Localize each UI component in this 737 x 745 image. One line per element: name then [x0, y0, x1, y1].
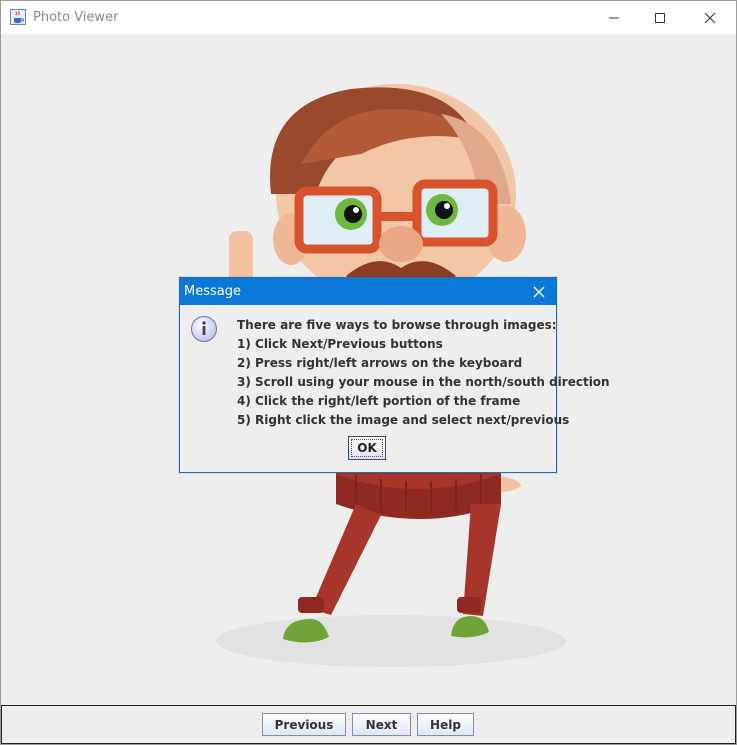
window-title: Photo Viewer: [33, 10, 119, 25]
title-bar[interactable]: Photo Viewer: [1, 1, 736, 34]
maximize-icon: [655, 12, 665, 23]
previous-button[interactable]: Previous: [262, 713, 346, 736]
message-line: 3) Scroll using your mouse in the north/…: [237, 375, 610, 389]
dialog-title: Message: [184, 284, 241, 299]
message-line: 2) Press right/left arrows on the keyboa…: [237, 356, 523, 370]
message-line: 4) Click the right/left portion of the f…: [237, 394, 521, 408]
minimize-icon: [609, 17, 619, 18]
navigation-bar: Previous Next Help: [1, 705, 736, 744]
java-cup-icon: [10, 9, 26, 25]
close-icon: [533, 286, 545, 297]
message-dialog: Message There are five ways to browse th…: [179, 277, 610, 473]
help-button[interactable]: Help: [417, 713, 474, 736]
minimize-button[interactable]: [591, 1, 637, 34]
message-line: There are five ways to browse through im…: [237, 318, 557, 332]
ok-button[interactable]: OK: [348, 436, 386, 460]
info-icon: [191, 316, 217, 342]
maximize-button[interactable]: [637, 1, 683, 34]
close-icon: [704, 12, 716, 23]
message-line: 1) Click Next/Previous buttons: [237, 337, 443, 351]
close-button[interactable]: [687, 1, 733, 34]
dialog-title-bar[interactable]: Message: [180, 278, 556, 305]
message-line: 5) Right click the image and select next…: [237, 413, 570, 427]
message-text: There are five ways to browse through im…: [237, 316, 610, 430]
dialog-close-button[interactable]: [522, 278, 556, 305]
next-button[interactable]: Next: [352, 713, 411, 736]
